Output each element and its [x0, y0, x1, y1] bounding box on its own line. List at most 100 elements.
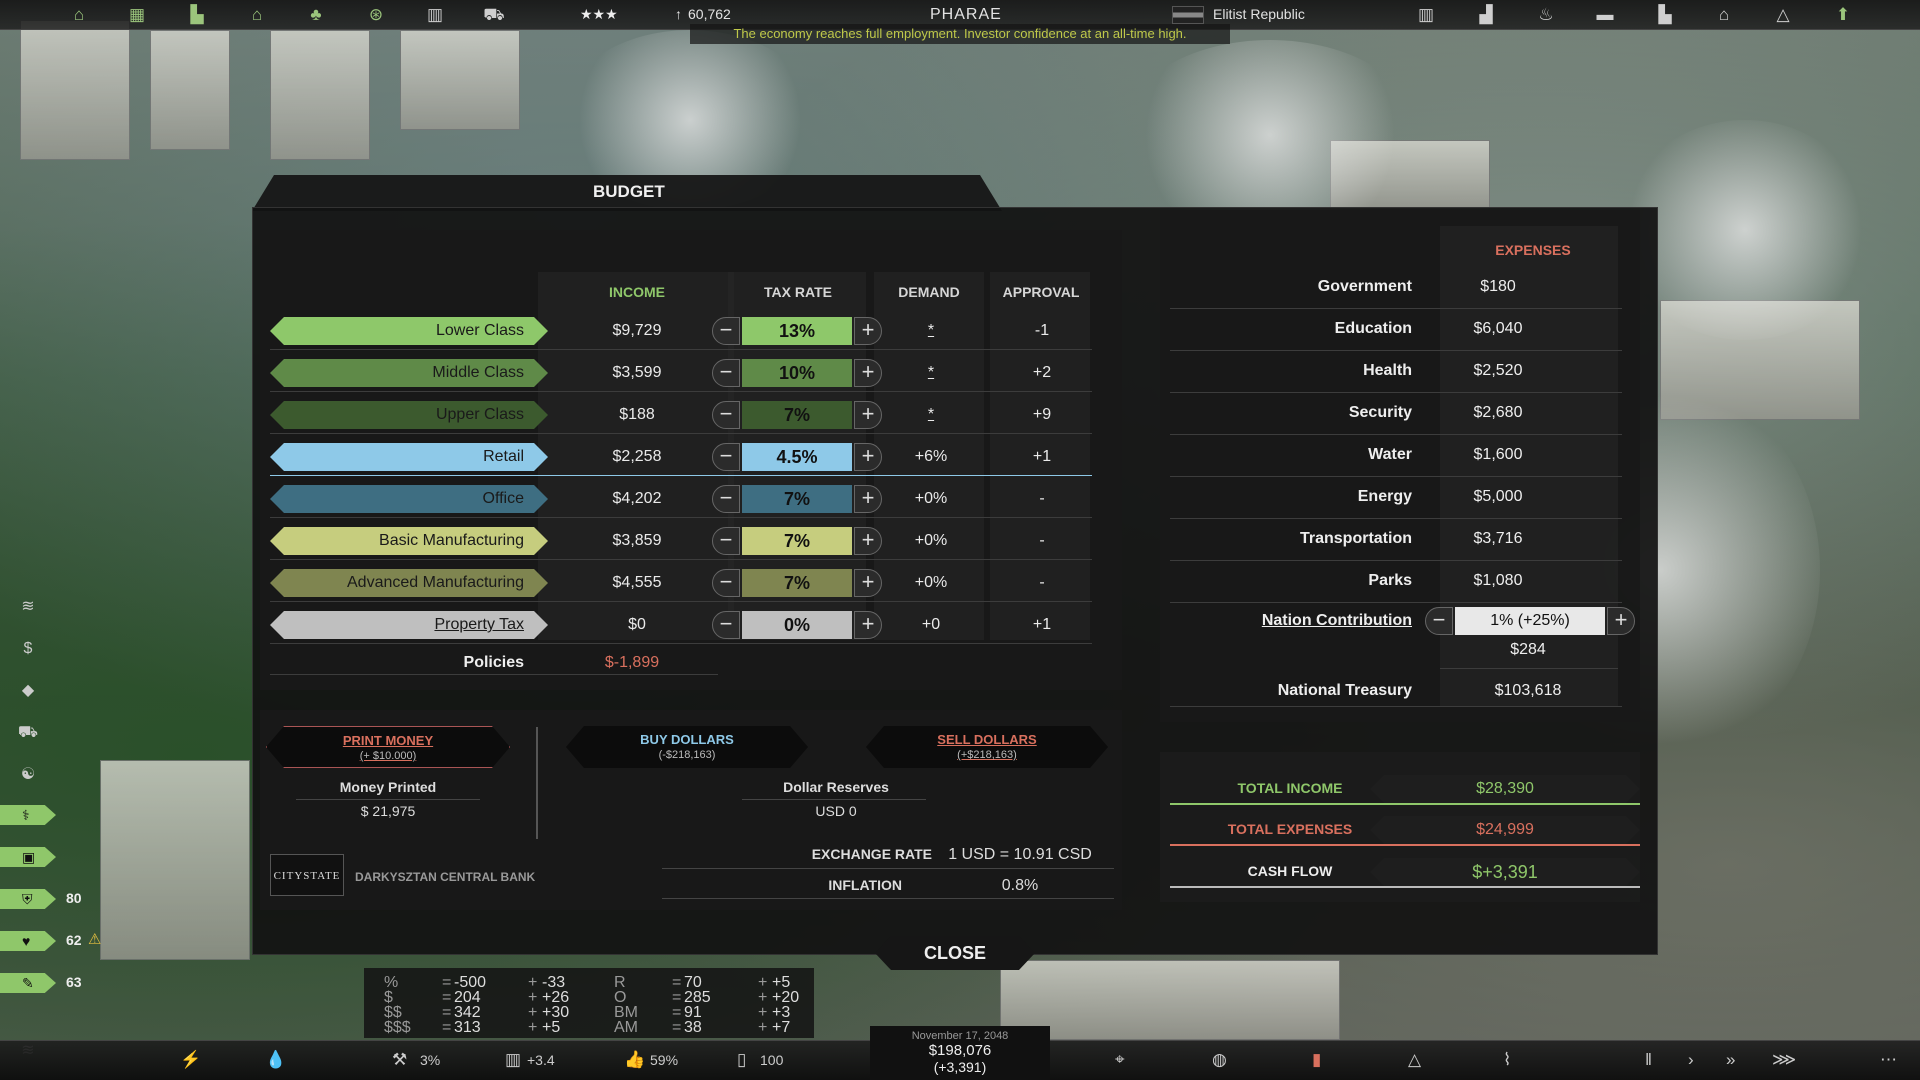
tax-category-label[interactable]: Property Tax — [270, 611, 548, 639]
services-icon[interactable]: ⌂ — [246, 6, 268, 24]
water-drop-icon[interactable]: 💧 — [265, 1050, 286, 1070]
vehicles-icon[interactable]: ⛟ — [483, 6, 505, 24]
nation-contribution-rate: 1% (+25%) — [1455, 607, 1605, 635]
parks-icon[interactable]: ♣ — [305, 6, 327, 24]
buy-dollars-amount: (-$218,163) — [658, 749, 716, 761]
row-divider — [270, 517, 1092, 518]
commercial-zone-icon[interactable]: ▦ — [126, 6, 148, 24]
tax-rate-value: 7% — [742, 401, 852, 429]
more-icon[interactable]: ⋯ — [1880, 1050, 1897, 1070]
fastest-icon[interactable]: ⋙ — [1772, 1050, 1796, 1070]
residential-zone-icon[interactable]: ⌂ — [68, 6, 90, 24]
expense-value: $1,600 — [1473, 446, 1523, 463]
national-treasury-label: National Treasury — [1277, 682, 1412, 699]
decrease-tax-button[interactable]: − — [712, 569, 740, 597]
play-icon[interactable]: › — [1688, 1050, 1694, 1070]
nation-contribution-value: $284 — [1510, 641, 1546, 658]
decrease-tax-button[interactable]: − — [712, 401, 740, 429]
tax-rate-value: 7% — [742, 485, 852, 513]
background-building — [1000, 960, 1340, 1040]
demand-stat-cell: AM — [614, 1019, 638, 1036]
row-divider — [270, 391, 1092, 392]
demand-stat-cell: + — [528, 1019, 538, 1036]
settings-icon[interactable]: ⬆ — [1832, 6, 1854, 24]
demand-value: +0% — [914, 490, 948, 507]
approval-icon: 👍 — [624, 1050, 646, 1069]
money-icon[interactable]: $ — [14, 638, 42, 660]
power-icon[interactable]: ⚡ — [180, 1050, 201, 1070]
globe-icon[interactable]: ◍ — [1212, 1050, 1227, 1070]
sell-dollars-amount: (+$218,163) — [957, 749, 1017, 761]
buy-dollars-button[interactable]: BUY DOLLARS (-$218,163) — [566, 726, 808, 768]
warning-icon[interactable]: △ — [1772, 6, 1794, 24]
smoke-cloud — [1120, 40, 1420, 230]
city-hall-icon[interactable]: ▙ — [1654, 6, 1676, 24]
layers-icon[interactable]: ≋ — [14, 596, 42, 618]
statistics-icon[interactable]: ▥ — [1415, 6, 1437, 24]
demand-value: +0% — [914, 574, 948, 591]
date-money-box: November 17, 2048 $198,076 (+3,391) — [870, 1026, 1050, 1080]
decrease-tax-button[interactable]: − — [712, 317, 740, 345]
fast-forward-icon[interactable]: » — [1726, 1050, 1735, 1070]
decrease-tax-button[interactable]: − — [712, 485, 740, 513]
unemployment-icon: ⚒ — [392, 1050, 408, 1069]
decrease-tax-button[interactable]: − — [712, 611, 740, 639]
row-divider — [1170, 476, 1622, 477]
exchange-rate-label: EXCHANGE RATE — [811, 846, 932, 862]
sell-dollars-button[interactable]: SELL DOLLARS (+$218,163) — [866, 726, 1108, 768]
factory-icon[interactable]: ▟ — [1475, 6, 1497, 24]
decrease-contribution-button[interactable]: − — [1425, 607, 1453, 635]
cart-icon[interactable]: ⛟ — [14, 722, 42, 744]
graph-icon[interactable]: ⌇ — [1503, 1050, 1511, 1070]
report-icon[interactable]: ▮ — [1312, 1050, 1321, 1070]
close-button[interactable]: CLOSE — [875, 936, 1035, 970]
background-building — [20, 20, 130, 160]
sidebar-item-health[interactable]: ⚕ — [0, 805, 56, 825]
row-divider — [1170, 560, 1622, 561]
income-value: $4,555 — [612, 574, 662, 591]
sidebar-item-security[interactable]: ⛨ — [0, 889, 56, 909]
water-icon[interactable]: ♨ — [1535, 6, 1557, 24]
nation-contribution-label[interactable]: Nation Contribution — [1170, 612, 1412, 630]
transport-icon[interactable]: ▬ — [1594, 6, 1616, 24]
exchange-rate-value: 1 USD = 10.91 CSD — [948, 846, 1092, 863]
expense-value: $6,040 — [1473, 320, 1523, 337]
nation-contribution-stepper: − 1% (+25%) + — [1425, 607, 1635, 635]
decrease-tax-button[interactable]: − — [712, 443, 740, 471]
tax-rate-stepper: − 13% + — [712, 317, 882, 345]
government-icon[interactable]: ⌂ — [1713, 6, 1735, 24]
buildings-icon[interactable]: ▥ — [424, 6, 446, 24]
sidebar-item-education[interactable]: ✎ — [0, 973, 56, 993]
yin-yang-icon[interactable]: ☯ — [14, 764, 42, 786]
demand-stat-cell: = — [442, 1019, 452, 1036]
camera-icon[interactable]: ⌖ — [1115, 1050, 1125, 1070]
expense-row: Energy $5,000 — [1170, 482, 1622, 516]
divider — [536, 727, 538, 839]
city-rating-stars: ★★★ — [580, 6, 618, 22]
diamond-icon[interactable]: ◆ — [14, 680, 42, 702]
sidebar-item-health-rating[interactable]: ♥ — [0, 931, 56, 951]
expense-label: Water — [1368, 446, 1412, 463]
increase-contribution-button[interactable]: + — [1607, 607, 1635, 635]
approval-value: +2 — [1032, 364, 1052, 381]
approval-header: APPROVAL — [1002, 284, 1080, 300]
alert-icon[interactable]: △ — [1408, 1050, 1421, 1070]
industrial-zone-icon[interactable]: ▙ — [186, 6, 208, 24]
demand-stat-cell: 38 — [684, 1019, 702, 1036]
expense-label: Transportation — [1299, 530, 1412, 547]
income-header: INCOME — [609, 284, 665, 300]
row-divider — [270, 559, 1092, 560]
tower-icon: ▯ — [737, 1050, 747, 1069]
utilities-icon[interactable]: ⊛ — [365, 6, 387, 24]
pause-icon[interactable]: ‖ — [1645, 1050, 1652, 1070]
dollar-reserves-label: Dollar Reserves — [783, 779, 889, 795]
background-building — [100, 760, 250, 960]
demand-stat-cell: + — [758, 1019, 768, 1036]
expense-label: Education — [1334, 320, 1412, 337]
sidebar-item-services[interactable]: ▣ — [0, 847, 56, 867]
income-value: $3,599 — [612, 364, 662, 381]
print-money-button[interactable]: PRINT MONEY (+ $10.000) — [266, 726, 510, 768]
divider — [742, 799, 926, 800]
decrease-tax-button[interactable]: − — [712, 527, 740, 555]
decrease-tax-button[interactable]: − — [712, 359, 740, 387]
